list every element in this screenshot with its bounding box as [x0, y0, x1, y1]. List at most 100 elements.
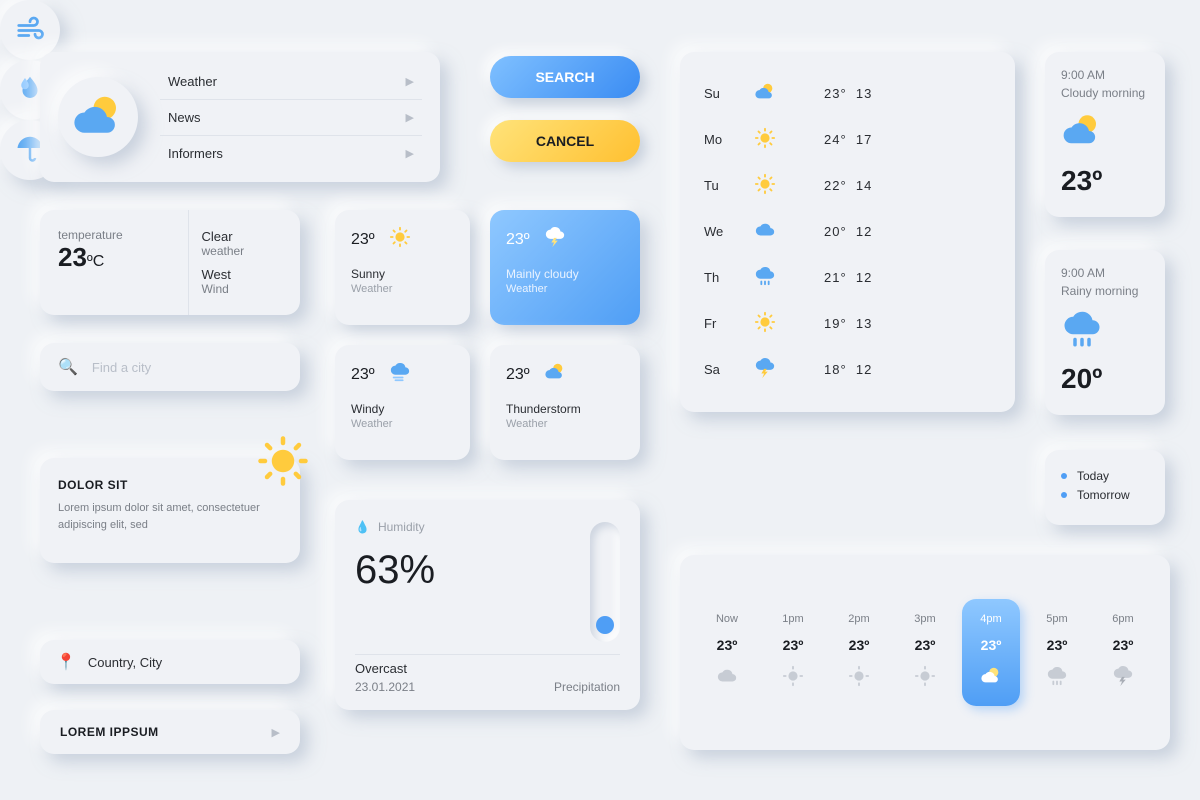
- dot-icon: [1061, 473, 1067, 479]
- day-label: Tu: [704, 178, 754, 193]
- tile-temp: 23º: [351, 231, 375, 249]
- chevron-right-icon: ▶: [406, 147, 414, 160]
- sun-icon: [754, 127, 824, 152]
- humidity-slider[interactable]: [590, 522, 620, 642]
- search-button-label: SEARCH: [535, 69, 594, 85]
- chevron-right-icon: ▶: [406, 75, 414, 88]
- cloudy-morning-card: 9:00 AM Cloudy morning 23º: [1045, 52, 1165, 217]
- hour-column[interactable]: 2pm 23º: [830, 613, 888, 692]
- partly-cloudy-icon: [544, 361, 566, 388]
- condition-wind: West: [201, 267, 288, 282]
- precipitation-label: Precipitation: [554, 680, 620, 694]
- rain-grey-icon: [1046, 665, 1068, 692]
- tile-sunny[interactable]: 23º Sunny Weather: [335, 210, 470, 325]
- tile-sublabel: Weather: [506, 418, 624, 430]
- info-card: DOLOR SIT Lorem ipsum dolor sit amet, co…: [40, 458, 300, 563]
- cloud-icon: [716, 665, 738, 692]
- hour-time: 6pm: [1112, 613, 1133, 625]
- search-input[interactable]: 🔍 Find a city: [40, 343, 300, 391]
- hour-column[interactable]: 3pm 23º: [896, 613, 954, 692]
- rain-icon: [754, 265, 824, 290]
- menu-label: Weather: [168, 74, 217, 89]
- tile-label: Thunderstorm: [506, 402, 624, 416]
- weekly-row[interactable]: We 20° 12: [704, 208, 991, 254]
- hour-time: 1pm: [782, 613, 803, 625]
- hour-column[interactable]: 4pm 23º: [962, 599, 1020, 706]
- hour-column[interactable]: 1pm 23º: [764, 613, 822, 692]
- humidity-label: Humidity: [378, 520, 425, 534]
- search-placeholder: Find a city: [92, 360, 151, 375]
- menu-card: Weather▶ News▶ Informers▶: [40, 52, 440, 182]
- dot-icon: [1061, 492, 1067, 498]
- menu-item-informers[interactable]: Informers▶: [160, 136, 422, 171]
- tab-today[interactable]: Today: [1061, 469, 1149, 483]
- cancel-button[interactable]: CANCEL: [490, 120, 640, 162]
- humidity-card: 💧Humidity 63% Overcast 23.01.2021 Precip…: [335, 500, 640, 710]
- hour-temp: 23º: [915, 637, 936, 653]
- time-label: 9:00 AM: [1061, 68, 1149, 82]
- wind-icon: [15, 13, 45, 48]
- sun-grey-icon: [782, 665, 804, 692]
- drop-icon: 💧: [355, 520, 370, 534]
- tile-sublabel: Weather: [506, 283, 624, 295]
- weekly-forecast: Su 23° 13Mo 24° 17Tu 22° 14We 20° 12Th 2…: [680, 52, 1015, 412]
- tab-tomorrow[interactable]: Tomorrow: [1061, 488, 1149, 502]
- lorem-label: LOREM IPPSUM: [60, 725, 159, 739]
- hour-column[interactable]: 6pm 23º: [1094, 613, 1152, 692]
- day-label: We: [704, 224, 754, 239]
- wind-button[interactable]: [0, 0, 60, 60]
- tile-thunderstorm[interactable]: 23º Thunderstorm Weather: [490, 345, 640, 460]
- hour-column[interactable]: 5pm 23º: [1028, 613, 1086, 692]
- menu-label: News: [168, 110, 201, 125]
- weekly-row[interactable]: Su 23° 13: [704, 70, 991, 116]
- partly-cloudy-icon: [1061, 110, 1149, 157]
- search-icon: 🔍: [58, 357, 78, 377]
- hour-temp: 23º: [1113, 637, 1134, 653]
- day-label: Su: [704, 86, 754, 101]
- hi-lo: 19° 13: [824, 316, 991, 331]
- weekly-row[interactable]: Tu 22° 14: [704, 162, 991, 208]
- hour-temp: 23º: [849, 637, 870, 653]
- hi-lo: 20° 12: [824, 224, 991, 239]
- hour-column[interactable]: Now 23º: [698, 613, 756, 692]
- temperature-card: temperature 23ºC Clearweather WestWind: [40, 210, 300, 315]
- humidity-value: 63%: [355, 548, 620, 593]
- storm-grey-icon: [1112, 665, 1134, 692]
- hi-lo: 24° 17: [824, 132, 991, 147]
- hour-time: 2pm: [848, 613, 869, 625]
- pin-icon: 📍: [56, 652, 76, 672]
- slider-knob[interactable]: [596, 616, 614, 634]
- tile-temp: 23º: [506, 231, 530, 249]
- chevron-right-icon: ▶: [272, 726, 280, 739]
- day-tabs: Today Tomorrow: [1045, 450, 1165, 525]
- condition-sub: weather: [201, 244, 288, 258]
- tile-label: Windy: [351, 402, 454, 416]
- time-label: 9:00 AM: [1061, 266, 1149, 280]
- weekly-row[interactable]: Mo 24° 17: [704, 116, 991, 162]
- condition-clear: Clear: [201, 229, 288, 244]
- sun-grey-icon: [914, 665, 936, 692]
- hour-temp: 23º: [981, 637, 1002, 653]
- search-button[interactable]: SEARCH: [490, 56, 640, 98]
- weekly-row[interactable]: Sa 18° 12: [704, 346, 991, 392]
- rain-icon: [1061, 308, 1149, 355]
- hour-temp: 23º: [717, 637, 738, 653]
- menu-item-weather[interactable]: Weather ▶: [160, 64, 422, 100]
- menu-item-news[interactable]: News▶: [160, 100, 422, 136]
- weekly-row[interactable]: Th 21° 12: [704, 254, 991, 300]
- weekly-row[interactable]: Fr 19° 13: [704, 300, 991, 346]
- day-label: Fr: [704, 316, 754, 331]
- desc-label: Rainy morning: [1061, 284, 1149, 298]
- hour-time: 4pm: [980, 613, 1001, 625]
- temperature-label: temperature: [58, 228, 170, 242]
- tile-label: Mainly cloudy: [506, 267, 624, 281]
- location-field[interactable]: 📍 Country, City: [40, 640, 300, 684]
- tile-windy[interactable]: 23º Windy Weather: [335, 345, 470, 460]
- cloud-icon: [754, 219, 824, 244]
- tile-mainly-cloudy[interactable]: 23º Mainly cloudy Weather: [490, 210, 640, 325]
- rainy-morning-card: 9:00 AM Rainy morning 20º: [1045, 250, 1165, 415]
- overcast-label: Overcast: [355, 661, 415, 676]
- lorem-button[interactable]: LOREM IPPSUM ▶: [40, 710, 300, 754]
- partly-cloudy-icon: [980, 665, 1002, 692]
- condition-sub: Wind: [201, 282, 288, 296]
